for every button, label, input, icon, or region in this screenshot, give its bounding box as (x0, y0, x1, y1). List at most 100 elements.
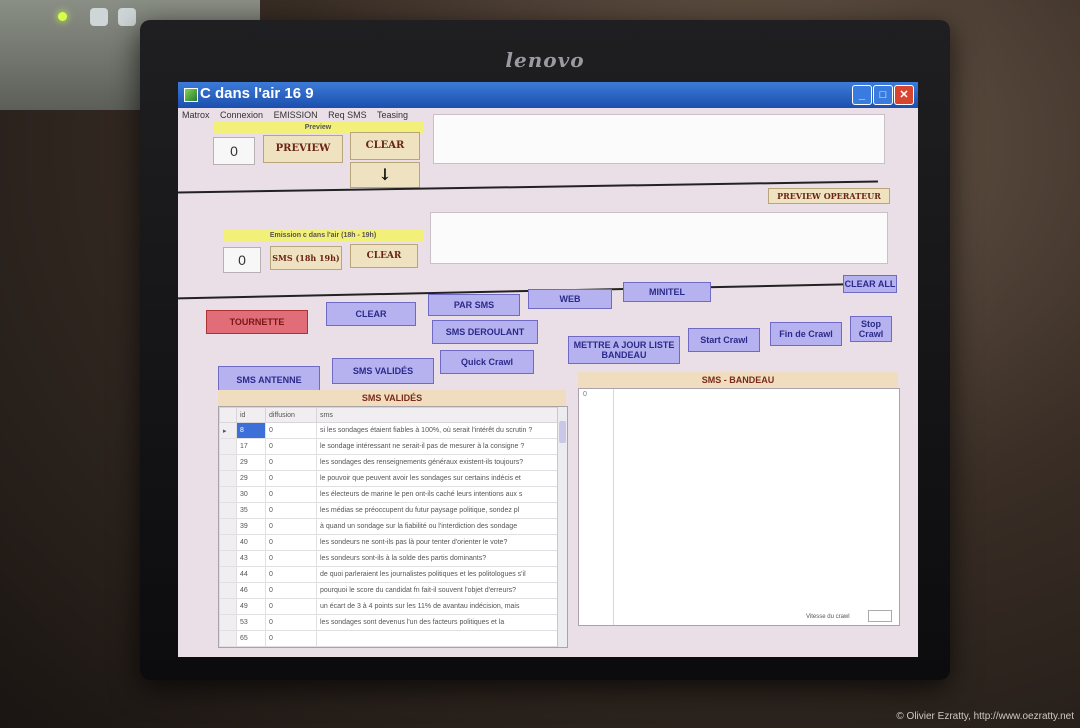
close-button[interactable]: ✕ (894, 85, 914, 105)
cell-id[interactable]: 39 (236, 518, 266, 535)
row-selector[interactable] (219, 550, 237, 567)
cell-diffusion[interactable]: 0 (265, 534, 317, 551)
row-selector[interactable] (219, 454, 237, 471)
cell-id[interactable]: 46 (236, 582, 266, 599)
cell-id[interactable]: 17 (236, 438, 266, 455)
table-row[interactable]: 43 0 les sondeurs sont-ils à la solde des … (219, 550, 567, 567)
menu-item-connexion[interactable]: Connexion (220, 110, 263, 120)
crawl-speed-input[interactable] (868, 610, 892, 622)
table-row[interactable]: 29 0 les sondages des renseignements génér… (219, 454, 567, 471)
cell-sms[interactable] (316, 630, 567, 647)
cell-id[interactable]: 49 (236, 598, 266, 615)
fin-de-crawl-button[interactable]: Fin de Crawl (770, 322, 842, 346)
column-header-sms[interactable]: sms (316, 407, 567, 423)
cell-sms[interactable]: à quand un sondage sur la fiabilité ou l… (316, 518, 567, 535)
row-selector[interactable] (219, 518, 237, 535)
preview-clear-button[interactable]: CLEAR (350, 132, 420, 160)
menu-item-emission[interactable]: EMISSION (274, 110, 318, 120)
cell-id[interactable]: 44 (236, 566, 266, 583)
cell-sms[interactable]: les sondeurs sont-ils à la solde des par… (316, 550, 567, 567)
menu-item-matrox[interactable]: Matrox (182, 110, 210, 120)
down-arrow-button[interactable]: ↓ (350, 162, 420, 188)
table-row[interactable]: 39 0 à quand un sondage sur la fiabilité o… (219, 518, 567, 535)
table-row[interactable]: 35 0 les médias se préoccupent du futur pa… (219, 502, 567, 519)
row-selector[interactable] (219, 438, 237, 455)
cell-diffusion[interactable]: 0 (265, 582, 317, 599)
quick-crawl-button[interactable]: Quick Crawl (440, 350, 534, 374)
row-selector[interactable] (219, 534, 237, 551)
cell-sms[interactable]: les sondages des renseignements généraux… (316, 454, 567, 471)
cell-diffusion[interactable]: 0 (265, 598, 317, 615)
row-selector[interactable] (219, 630, 237, 647)
cell-diffusion[interactable]: 0 (265, 470, 317, 487)
cell-sms[interactable]: de quoi parleraient les journalistes pol… (316, 566, 567, 583)
row-selector[interactable] (219, 470, 237, 487)
cell-diffusion[interactable]: 0 (265, 438, 317, 455)
column-header-diffusion[interactable]: diffusion (265, 407, 317, 423)
row-selector[interactable]: ▸ (219, 422, 237, 439)
clear-button[interactable]: CLEAR (326, 302, 416, 326)
cell-id[interactable]: 43 (236, 550, 266, 567)
cell-id[interactable]: 30 (236, 486, 266, 503)
clear-all-button[interactable]: CLEAR ALL (843, 275, 897, 293)
minitel-button[interactable]: MINITEL (623, 282, 711, 302)
cell-sms[interactable]: si les sondages étaient fiables à 100%, … (316, 422, 567, 439)
emission-clear-button[interactable]: CLEAR (350, 244, 418, 268)
preview-operateur-button[interactable]: PREVIEW OPERATEUR (768, 188, 890, 204)
table-row[interactable]: 40 0 les sondeurs ne sont-ils pas là pour … (219, 534, 567, 551)
cell-sms[interactable]: les sondages sont devenus l'un des facte… (316, 614, 567, 631)
menu-item-req-sms[interactable]: Req SMS (328, 110, 367, 120)
cell-sms[interactable]: le pouvoir que peuvent avoir les sondage… (316, 470, 567, 487)
mettre-a-jour-liste-bandeau-button[interactable]: METTRE A JOUR LISTE BANDEAU (568, 336, 680, 364)
cell-diffusion[interactable]: 0 (265, 486, 317, 503)
cell-sms[interactable]: le sondage intéressant ne serait-il pas … (316, 438, 567, 455)
cell-sms[interactable]: les médias se préoccupent du futur paysa… (316, 502, 567, 519)
row-selector[interactable] (219, 486, 237, 503)
cell-diffusion[interactable]: 0 (265, 422, 317, 439)
menu-item-teasing[interactable]: Teasing (377, 110, 408, 120)
sms-bandeau-list[interactable]: 0 (578, 388, 900, 626)
cell-diffusion[interactable]: 0 (265, 566, 317, 583)
vertical-scrollbar[interactable] (557, 407, 567, 647)
start-crawl-button[interactable]: Start Crawl (688, 328, 760, 352)
table-row[interactable]: 53 0 les sondages sont devenus l'un des fa… (219, 614, 567, 631)
table-row[interactable]: 46 0 pourquoi le score du candidat fn fait… (219, 582, 567, 599)
cell-id[interactable]: 8 (236, 422, 266, 439)
row-selector[interactable] (219, 598, 237, 615)
minimize-button[interactable]: _ (852, 85, 872, 105)
maximize-button[interactable]: □ (873, 85, 893, 105)
cell-diffusion[interactable]: 0 (265, 630, 317, 647)
scrollbar-thumb[interactable] (559, 421, 566, 443)
cell-diffusion[interactable]: 0 (265, 502, 317, 519)
emission-text-field[interactable] (430, 212, 888, 264)
row-selector[interactable] (219, 502, 237, 519)
web-button[interactable]: WEB (528, 289, 612, 309)
cell-id[interactable]: 29 (236, 454, 266, 471)
table-row[interactable]: 65 0 (219, 630, 567, 647)
preview-text-field[interactable] (433, 114, 885, 164)
sms-deroulant-button[interactable]: SMS DEROULANT (432, 320, 538, 344)
stop-crawl-button[interactable]: Stop Crawl (850, 316, 892, 342)
table-row[interactable]: 30 0 les électeurs de marine le pen ont-il… (219, 486, 567, 503)
par-sms-button[interactable]: PAR SMS (428, 294, 520, 316)
sms-valides-button[interactable]: SMS VALIDÉS (332, 358, 434, 384)
cell-id[interactable]: 29 (236, 470, 266, 487)
table-row[interactable]: 49 0 un écart de 3 à 4 points sur les 11% … (219, 598, 567, 615)
preview-button[interactable]: PREVIEW (263, 135, 343, 163)
row-selector[interactable] (219, 566, 237, 583)
row-selector[interactable] (219, 582, 237, 599)
cell-diffusion[interactable]: 0 (265, 518, 317, 535)
cell-diffusion[interactable]: 0 (265, 550, 317, 567)
cell-diffusion[interactable]: 0 (265, 614, 317, 631)
column-header-id[interactable]: id (236, 407, 266, 423)
cell-sms[interactable]: les électeurs de marine le pen ont-ils c… (316, 486, 567, 503)
table-row[interactable]: ▸ 8 0 si les sondages étaient fiables à 100… (219, 422, 567, 439)
cell-sms[interactable]: les sondeurs ne sont-ils pas là pour ten… (316, 534, 567, 551)
cell-id[interactable]: 65 (236, 630, 266, 647)
cell-id[interactable]: 53 (236, 614, 266, 631)
cell-sms[interactable]: un écart de 3 à 4 points sur les 11% de … (316, 598, 567, 615)
tournette-button[interactable]: TOURNETTE (206, 310, 308, 334)
table-row[interactable]: 44 0 de quoi parleraient les journalistes … (219, 566, 567, 583)
table-row[interactable]: 17 0 le sondage intéressant ne serait-il p… (219, 438, 567, 455)
cell-diffusion[interactable]: 0 (265, 454, 317, 471)
